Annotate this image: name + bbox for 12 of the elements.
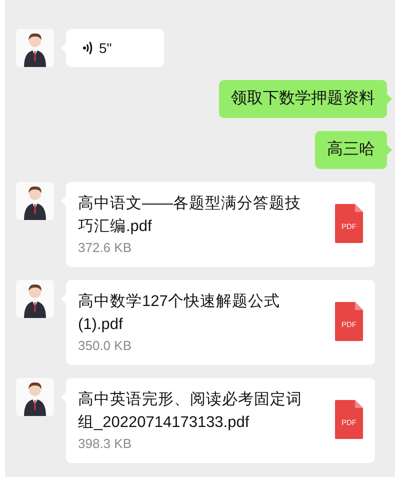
file-size: 372.6 KB xyxy=(78,239,132,257)
chat-message: 高三哈 xyxy=(315,131,387,169)
bubble-tail xyxy=(387,94,392,104)
chat-message: 领取下数学押题资料 xyxy=(219,80,387,118)
bubble-tail xyxy=(387,145,392,155)
file-name: 高中语文——各题型满分答题技巧汇编.pdf xyxy=(78,194,302,237)
voice-wave-icon xyxy=(83,41,93,55)
voice-message[interactable]: 5" xyxy=(66,29,164,67)
file-name: 高中英语完形、阅读必考固定词组_20220714173133.pdf xyxy=(78,390,303,433)
file-size: 398.3 KB xyxy=(78,435,132,453)
file-name: 高中数学127个快速解题公式(1).pdf xyxy=(78,292,281,335)
file-size: 350.0 KB xyxy=(78,337,132,355)
